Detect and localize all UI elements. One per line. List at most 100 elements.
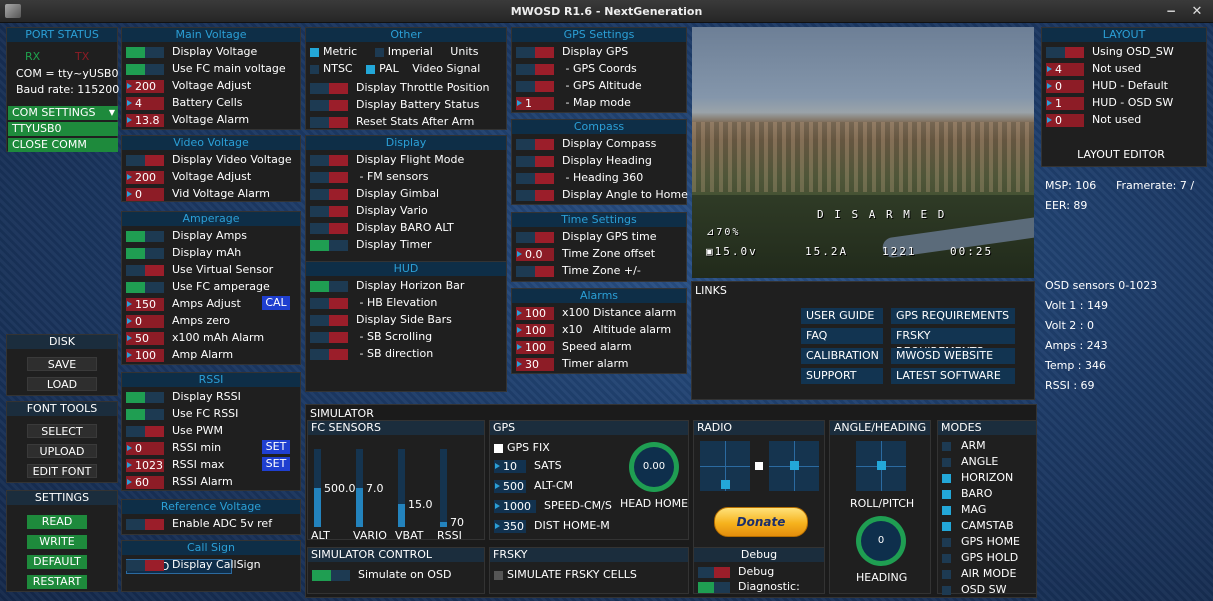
gps-value-alt-cm[interactable]: 500 xyxy=(494,479,526,493)
cal-button[interactable]: CAL xyxy=(262,296,290,310)
roll-pitch-handle[interactable] xyxy=(877,461,886,470)
gps-value-speed-cm-s[interactable]: 1000 xyxy=(494,499,536,513)
value-field-time-zone-offset[interactable]: 0.0 xyxy=(516,247,554,261)
mode-checkbox[interactable] xyxy=(942,521,951,531)
metric-radio[interactable] xyxy=(310,47,319,57)
toggle-time-zone[interactable] xyxy=(516,265,554,277)
mode-checkbox[interactable] xyxy=(942,505,951,515)
toggle-display-gps-time[interactable] xyxy=(516,231,554,243)
edit-font-button[interactable]: EDIT FONT xyxy=(27,464,97,478)
stick-handle[interactable] xyxy=(790,461,799,470)
faq-link[interactable]: FAQ xyxy=(801,328,883,344)
value-field-voltage-adjust[interactable]: 200 xyxy=(126,79,164,93)
toggle-display-battery-status[interactable] xyxy=(310,99,348,111)
right-stick[interactable] xyxy=(769,441,819,491)
toggle-display-video-voltage[interactable] xyxy=(126,154,164,166)
value-field-x10-altitude-alarm[interactable]: 100 xyxy=(516,323,554,337)
aux-switch[interactable] xyxy=(755,462,763,470)
mode-checkbox[interactable] xyxy=(942,457,951,467)
read-button[interactable]: READ xyxy=(27,515,87,529)
head-home-dial[interactable]: 0.00 xyxy=(629,442,679,492)
donate-button[interactable]: Donate xyxy=(714,507,808,537)
close-comm-button[interactable]: CLOSE COMM xyxy=(8,138,118,152)
save-button[interactable]: SAVE xyxy=(27,357,97,371)
calibration-link[interactable]: CALIBRATION xyxy=(801,348,883,364)
pal-radio[interactable] xyxy=(366,64,376,74)
gps-fix-checkbox[interactable] xyxy=(494,443,503,453)
simulate-toggle[interactable] xyxy=(312,569,350,581)
value-field-timer-alarm[interactable]: 30 xyxy=(516,357,554,371)
heading-dial[interactable]: 0 xyxy=(856,516,906,566)
toggle-gps-coords[interactable] xyxy=(516,63,554,75)
ntsc-radio[interactable] xyxy=(310,64,319,74)
toggle-fm-sensors[interactable] xyxy=(310,171,348,183)
debug-toggle[interactable] xyxy=(698,566,730,578)
slider-vario[interactable] xyxy=(356,449,363,527)
diagnostic-toggle[interactable] xyxy=(698,581,730,593)
upload-font-button[interactable]: UPLOAD xyxy=(27,444,97,458)
value-field-hud-default[interactable]: 0 xyxy=(1046,79,1084,93)
select-font-button[interactable]: SELECT xyxy=(27,424,97,438)
mode-checkbox[interactable] xyxy=(942,553,951,563)
mwosd-website-link[interactable]: MWOSD WEBSITE xyxy=(891,348,1015,364)
toggle-display-amps[interactable] xyxy=(126,230,164,242)
value-field-rssi-max[interactable]: 1023 xyxy=(126,458,164,472)
value-field-speed-alarm[interactable]: 100 xyxy=(516,340,554,354)
toggle-use-fc-main-voltage[interactable] xyxy=(126,63,164,75)
slider-vbat[interactable] xyxy=(398,449,405,527)
value-field-vid-voltage-alarm[interactable]: 0 xyxy=(126,187,164,201)
mode-checkbox[interactable] xyxy=(942,489,951,499)
gps-value-sats[interactable]: 10 xyxy=(494,459,526,473)
roll-pitch-pad[interactable] xyxy=(856,441,906,491)
toggle-enable-adc-5v-ref[interactable] xyxy=(126,518,164,530)
toggle-reset-stats-after-arm[interactable] xyxy=(310,116,348,128)
value-field-battery-cells[interactable]: 4 xyxy=(126,96,164,110)
toggle-display-side-bars[interactable] xyxy=(310,314,348,326)
toggle-display-voltage[interactable] xyxy=(126,46,164,58)
toggle-display-mah[interactable] xyxy=(126,247,164,259)
load-button[interactable]: LOAD xyxy=(27,377,97,391)
toggle-display-gimbal[interactable] xyxy=(310,188,348,200)
latest-software-link[interactable]: LATEST SOFTWARE xyxy=(891,368,1015,384)
com-settings-dropdown[interactable]: COM SETTINGS ▼ xyxy=(8,106,118,120)
toggle-display-rssi[interactable] xyxy=(126,391,164,403)
value-field-map-mode[interactable]: 1 xyxy=(516,96,554,110)
default-button[interactable]: DEFAULT xyxy=(27,555,87,569)
toggle-display-timer[interactable] xyxy=(310,239,348,251)
toggle-display-compass[interactable] xyxy=(516,138,554,150)
value-field-not-used[interactable]: 0 xyxy=(1046,113,1084,127)
value-field-voltage-alarm[interactable]: 13.8 xyxy=(126,113,164,127)
toggle-gps-altitude[interactable] xyxy=(516,80,554,92)
value-field-voltage-adjust[interactable]: 200 xyxy=(126,170,164,184)
com-port-selected[interactable]: TTYUSB0 xyxy=(8,122,118,136)
toggle-display-vario[interactable] xyxy=(310,205,348,217)
toggle-heading-360[interactable] xyxy=(516,172,554,184)
write-button[interactable]: WRITE xyxy=(27,535,87,549)
toggle-use-fc-rssi[interactable] xyxy=(126,408,164,420)
mode-checkbox[interactable] xyxy=(942,585,951,595)
value-field-rssi-min[interactable]: 0 xyxy=(126,441,164,455)
stick-handle[interactable] xyxy=(721,480,730,489)
layout-editor-button[interactable]: LAYOUT EDITOR xyxy=(1068,148,1174,162)
user-guide-link[interactable]: USER GUIDE xyxy=(801,308,883,324)
left-stick[interactable] xyxy=(700,441,750,491)
value-field-amps-adjust[interactable]: 150 xyxy=(126,297,164,311)
frsky-checkbox[interactable] xyxy=(494,570,503,580)
mode-checkbox[interactable] xyxy=(942,441,951,451)
toggle-use-pwm[interactable] xyxy=(126,425,164,437)
toggle-display-callsign[interactable] xyxy=(126,559,164,571)
gps-value-dist-home-m[interactable]: 350 xyxy=(494,519,526,533)
value-field-hud-osd-sw[interactable]: 1 xyxy=(1046,96,1084,110)
set-rssi-max-button[interactable]: SET xyxy=(262,457,290,471)
toggle-display-baro-alt[interactable] xyxy=(310,222,348,234)
value-field-x100-distance-alarm[interactable]: 100 xyxy=(516,306,554,320)
close-button[interactable]: ✕ xyxy=(1189,0,1205,23)
value-field-rssi-alarm[interactable]: 60 xyxy=(126,475,164,489)
restart-button[interactable]: RESTART xyxy=(27,575,87,589)
value-field-x100-mah-alarm[interactable]: 50 xyxy=(126,331,164,345)
slider-rssi[interactable] xyxy=(440,449,447,527)
toggle-display-gps[interactable] xyxy=(516,46,554,58)
toggle-display-heading[interactable] xyxy=(516,155,554,167)
imperial-radio[interactable] xyxy=(374,47,384,57)
gps-requirements-link[interactable]: GPS REQUIREMENTS xyxy=(891,308,1015,324)
